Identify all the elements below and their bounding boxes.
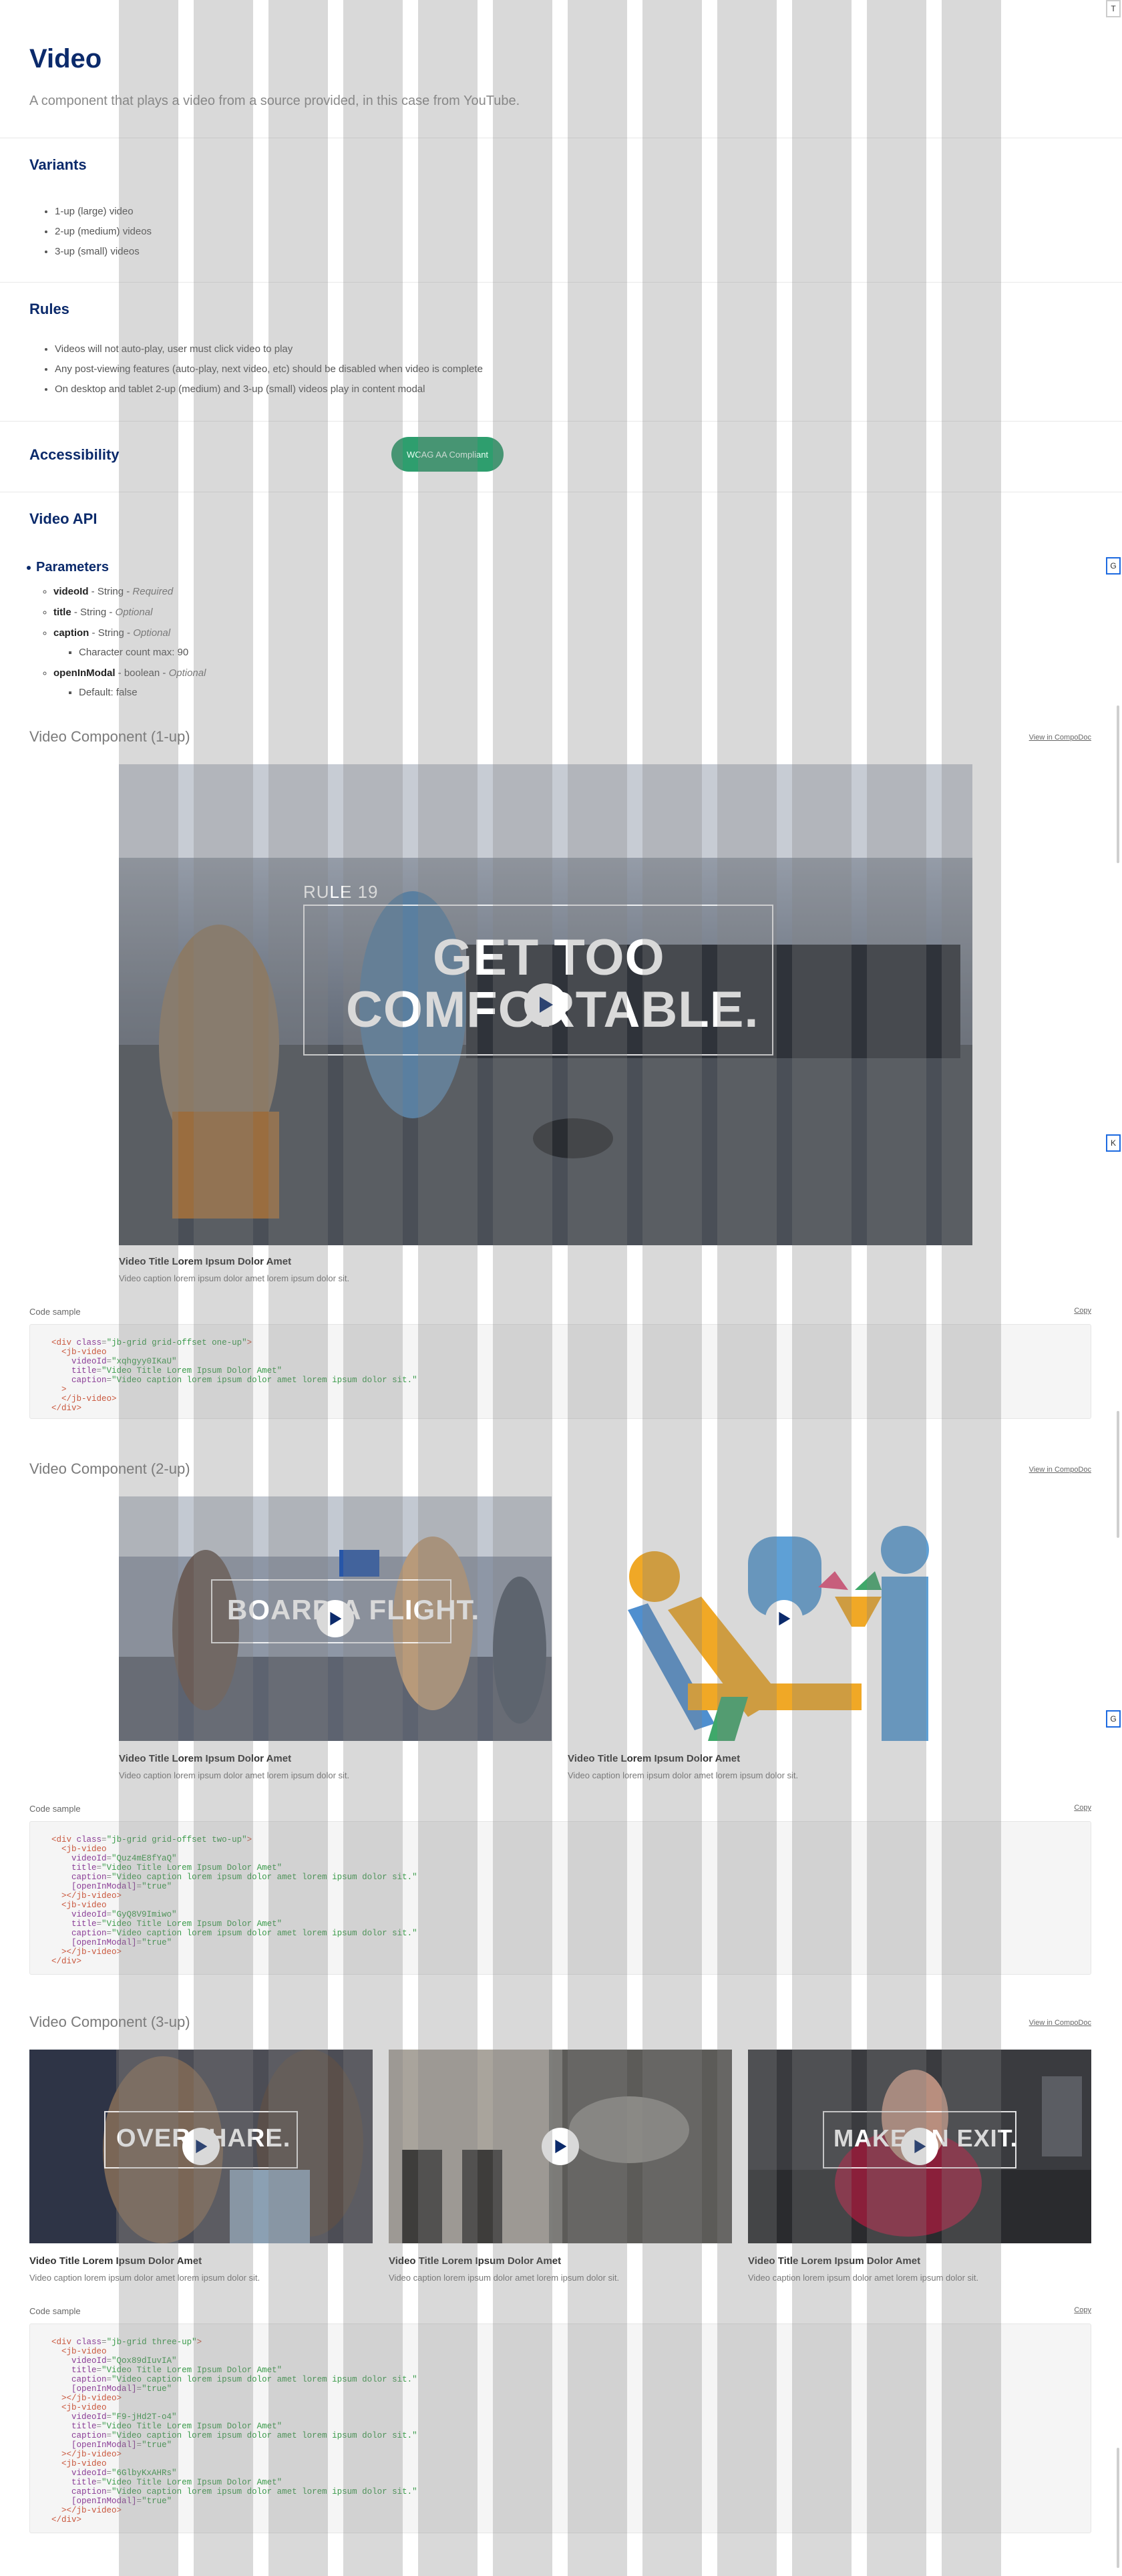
param-item: caption - String - Optional Character co…: [53, 627, 206, 658]
overlay-small-text: RULE 19: [303, 882, 379, 902]
play-icon: [196, 2139, 208, 2154]
list-item: 1-up (large) video: [55, 206, 152, 217]
api-heading: Video API: [29, 510, 98, 527]
edge-tab[interactable]: T: [1106, 0, 1121, 17]
video-caption: Video caption lorem ipsum dolor amet lor…: [119, 1770, 350, 1780]
video-caption: Video caption lorem ipsum dolor amet lor…: [748, 2273, 979, 2283]
edge-tab[interactable]: G: [1106, 557, 1121, 575]
scrollbar-thumb[interactable]: [1117, 2448, 1119, 2568]
variants-heading: Variants: [29, 156, 87, 173]
overlay-line1: GET TOO: [433, 929, 665, 986]
video-title: Video Title Lorem Ipsum Dolor Amet: [748, 2255, 921, 2267]
video-player-3up-2[interactable]: [389, 2050, 732, 2243]
parameters-block: Parameters videoId - String - Required t…: [27, 560, 206, 707]
divider: [0, 421, 1122, 422]
rules-list: Videos will not auto-play, user must cli…: [55, 343, 483, 404]
code-block-3up[interactable]: <div class="jb-grid three-up"> <jb-video…: [29, 2323, 1091, 2533]
list-item: Any post-viewing features (auto-play, ne…: [55, 363, 483, 375]
code-sample-label: Code sample: [29, 1804, 81, 1814]
compodoc-link-3up[interactable]: View in CompoDoc: [1029, 2019, 1091, 2027]
copy-link[interactable]: Copy: [1074, 1804, 1091, 1812]
edge-tab[interactable]: K: [1106, 1134, 1121, 1152]
compodoc-link-1up[interactable]: View in CompoDoc: [1029, 734, 1091, 742]
video-player-3up-1[interactable]: OVERSHARE.: [29, 2050, 373, 2243]
page: Video A component that plays a video fro…: [0, 0, 1122, 2576]
play-icon: [914, 2139, 926, 2154]
variants-list: 1-up (large) video 2-up (medium) videos …: [55, 206, 152, 266]
compodoc-link-2up[interactable]: View in CompoDoc: [1029, 1466, 1091, 1474]
video-title: Video Title Lorem Ipsum Dolor Amet: [568, 1753, 741, 1764]
section-title-3up: Video Component (3-up): [29, 2014, 190, 2030]
accessibility-heading: Accessibility: [29, 446, 120, 463]
code-sample-label: Code sample: [29, 1307, 81, 1317]
param-item: openInModal - boolean - Optional Default…: [53, 667, 206, 698]
page-title: Video: [29, 44, 102, 73]
play-button[interactable]: [317, 1600, 354, 1637]
list-item: On desktop and tablet 2-up (medium) and …: [55, 383, 483, 395]
play-button[interactable]: [542, 2128, 579, 2165]
edge-tab[interactable]: G: [1106, 1710, 1121, 1728]
video-caption: Video caption lorem ipsum dolor amet lor…: [568, 1770, 799, 1780]
scrollbar-thumb[interactable]: [1117, 705, 1119, 863]
play-button[interactable]: [901, 2128, 938, 2165]
rules-heading: Rules: [29, 301, 69, 317]
param-subitem: Character count max: 90: [79, 647, 206, 658]
video-player-2up-2[interactable]: [568, 1496, 1000, 1741]
divider: [0, 282, 1122, 283]
parameters-heading: Parameters: [27, 560, 206, 575]
video-title: Video Title Lorem Ipsum Dolor Amet: [119, 1753, 292, 1764]
video-player-1up[interactable]: RULE 19 GET TOO COMFORTABLE.: [119, 764, 972, 1245]
copy-link[interactable]: Copy: [1074, 2306, 1091, 2314]
video-title: Video Title Lorem Ipsum Dolor Amet: [119, 1256, 292, 1267]
code-block-1up[interactable]: <div class="jb-grid grid-offset one-up">…: [29, 1324, 1091, 1419]
page-lead: A component that plays a video from a so…: [29, 94, 520, 108]
play-button[interactable]: [765, 1600, 803, 1637]
video-player-3up-3[interactable]: MAKE AN EXIT.: [748, 2050, 1091, 2243]
bullet-icon: [27, 565, 31, 570]
code-sample-label: Code sample: [29, 2306, 81, 2316]
wcag-badge: WCAG AA Compliant: [391, 437, 504, 472]
video-player-2up-1[interactable]: BOARD A FLIGHT.: [119, 1496, 552, 1741]
play-icon: [330, 1611, 342, 1626]
code-block-2up[interactable]: <div class="jb-grid grid-offset two-up">…: [29, 1821, 1091, 1975]
list-item: 2-up (medium) videos: [55, 226, 152, 237]
copy-link[interactable]: Copy: [1074, 1307, 1091, 1315]
video-caption: Video caption lorem ipsum dolor amet lor…: [29, 2273, 260, 2283]
video-title: Video Title Lorem Ipsum Dolor Amet: [29, 2255, 202, 2267]
param-item: title - String - Optional: [53, 607, 206, 618]
video-title: Video Title Lorem Ipsum Dolor Amet: [389, 2255, 562, 2267]
param-item: videoId - String - Required: [53, 586, 206, 597]
param-subitem: Default: false: [79, 687, 206, 698]
parameters-list: videoId - String - Required title - Stri…: [27, 586, 206, 698]
section-title-2up: Video Component (2-up): [29, 1460, 190, 1477]
play-icon: [555, 2139, 567, 2154]
video-caption: Video caption lorem ipsum dolor amet lor…: [389, 2273, 620, 2283]
play-icon: [779, 1611, 791, 1626]
video-caption: Video caption lorem ipsum dolor amet lor…: [119, 1273, 350, 1283]
scrollbar-thumb[interactable]: [1117, 1411, 1119, 1538]
play-icon: [540, 997, 553, 1013]
section-title-1up: Video Component (1-up): [29, 728, 190, 745]
list-item: 3-up (small) videos: [55, 246, 152, 257]
play-button[interactable]: [182, 2128, 220, 2165]
list-item: Videos will not auto-play, user must cli…: [55, 343, 483, 355]
play-button[interactable]: [524, 983, 567, 1026]
